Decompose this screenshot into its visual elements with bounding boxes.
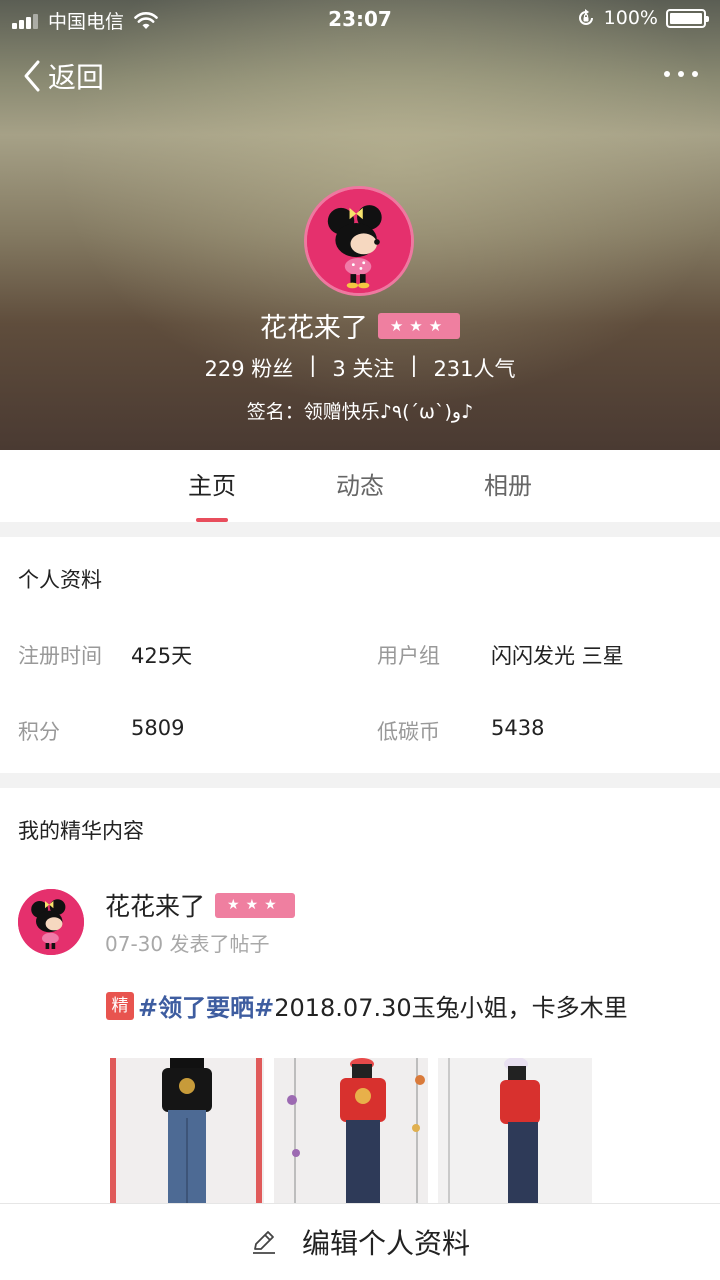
post-topic-tag[interactable]: #领了要晒#	[138, 988, 274, 1023]
user-group-value: 闪闪发光 三星	[491, 644, 624, 668]
stats-row: 229 粉丝 | 3 关注 | 231人气	[0, 353, 720, 383]
popularity-count: 231人气	[433, 357, 516, 381]
stats-separator: |	[410, 353, 418, 377]
avatar[interactable]	[304, 186, 414, 296]
carbon-coin-label: 低碳币	[377, 720, 440, 744]
register-time-label: 注册时间	[18, 644, 102, 668]
post-level-stars-badge: ★★★	[215, 892, 295, 918]
status-bar: 中国电信 23:07 100%	[0, 0, 720, 38]
post-thumbnails	[110, 1058, 602, 1208]
tab-activity[interactable]: 动态	[286, 450, 434, 522]
rotation-lock-icon	[578, 9, 593, 25]
post-thumbnail-2[interactable]	[274, 1058, 428, 1208]
minnie-mouse-avatar-image	[307, 189, 411, 293]
post-thumbnail-3[interactable]	[438, 1058, 592, 1208]
battery-percent: 100%	[603, 7, 658, 29]
more-dots-icon[interactable]	[664, 62, 698, 86]
level-stars-badge: ★★★	[377, 312, 461, 339]
post-time: 07-30 发表了帖子	[105, 932, 270, 956]
user-name: 花花来了	[259, 313, 368, 344]
minnie-mouse-avatar-image	[18, 889, 84, 955]
follows-count[interactable]: 3 关注	[332, 353, 394, 383]
tab-home[interactable]: 主页	[138, 450, 286, 522]
profile-tabs: 主页 动态 相册	[0, 450, 720, 522]
edit-profile-label: 编辑个人资料	[301, 1227, 470, 1260]
back-label: 返回	[48, 61, 105, 94]
points-value: 5809	[131, 716, 185, 740]
status-right: 100%	[576, 7, 709, 29]
featured-content-card: 我的精华内容 花花来了 ★★★ 07-30 发表了帖子 精 #领了要晒# 201…	[0, 788, 720, 1208]
photo-person-red-shirt-front	[274, 1058, 428, 1208]
section-title-featured: 我的精华内容	[18, 819, 144, 843]
carbon-coin-value: 5438	[491, 716, 545, 740]
back-button[interactable]: 返回	[22, 56, 104, 96]
post-author-name[interactable]: 花花来了	[105, 887, 205, 923]
name-row: 花花来了 ★★★	[0, 306, 720, 345]
register-time-value: 425天	[131, 644, 193, 668]
post-author-avatar[interactable]	[18, 889, 84, 955]
battery-icon	[666, 8, 709, 28]
points-label: 积分	[18, 720, 60, 744]
photo-person-red-shirt-side	[438, 1058, 592, 1208]
profile-info-card: 个人资料 注册时间 425天 用户组 闪闪发光 三星 积分 5809 低碳币 5…	[0, 537, 720, 773]
post-author-row: 花花来了 ★★★	[105, 887, 295, 923]
photo-person-black-shirt	[110, 1058, 264, 1208]
post-title-text: 2018.07.30玉兔小姐，卡多木里	[274, 994, 628, 1022]
stats-separator: |	[309, 353, 317, 377]
featured-badge: 精	[106, 991, 134, 1020]
tab-album[interactable]: 相册	[434, 450, 582, 522]
pencil-icon	[252, 1231, 275, 1254]
profile-header: 中国电信 23:07 100% 返回 花花来了 ★★★ 229 粉丝 | 3 关…	[0, 0, 720, 450]
signature: 签名：领赠快乐♪٩(´ω`)و♪	[246, 401, 474, 423]
chevron-left-icon	[24, 60, 40, 92]
user-group-label: 用户组	[377, 644, 440, 668]
post-title[interactable]: 精 #领了要晒# 2018.07.30玉兔小姐，卡多木里	[106, 988, 628, 1023]
section-title-profile: 个人资料	[18, 568, 102, 592]
fans-count[interactable]: 229 粉丝	[204, 353, 293, 383]
edit-profile-button[interactable]: 编辑个人资料	[0, 1203, 720, 1280]
post-thumbnail-1[interactable]	[110, 1058, 264, 1208]
